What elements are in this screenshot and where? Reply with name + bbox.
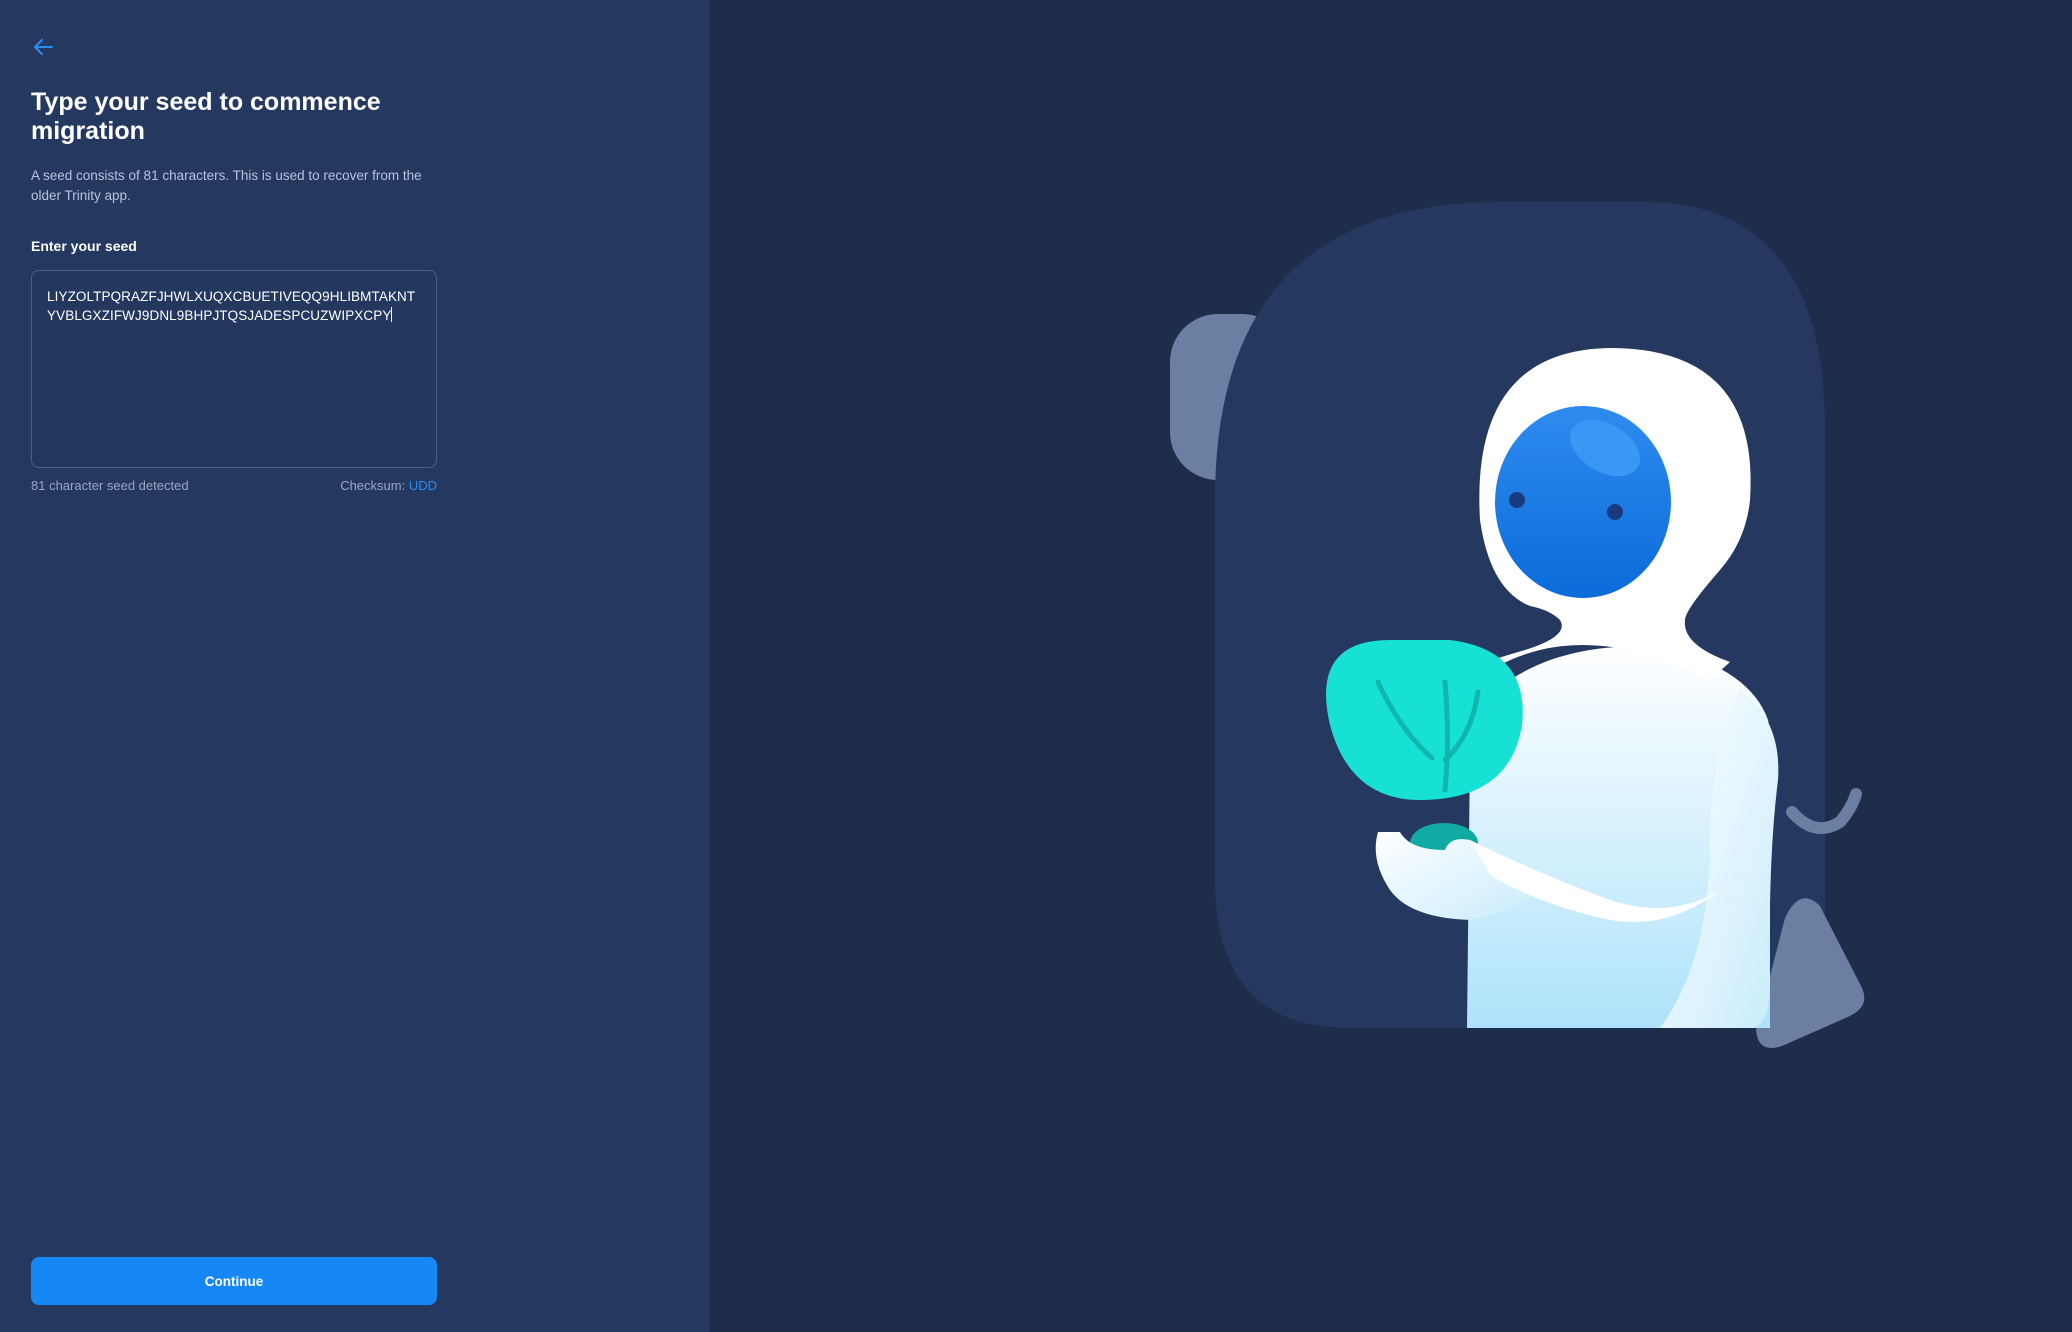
astronaut-illustration [1170,202,1865,1048]
illustration-panel [710,0,2072,1332]
seed-info-row: 81 character seed detected Checksum: UDD [31,478,437,493]
seed-input[interactable]: LIYZOLTPQRAZFJHWLXUQXCBUETIVEQQ9HLIBMTAK… [31,270,437,468]
text-caret [391,307,393,322]
left-eye [1509,492,1525,508]
arrow-left-icon [34,39,53,55]
checksum-value: UDD [408,478,437,493]
continue-button[interactable]: Continue [31,1257,437,1305]
right-eye [1607,504,1623,520]
back-button[interactable] [28,32,58,62]
seed-field-label: Enter your seed [31,238,137,254]
seed-entry-panel: Type your seed to commence migration A s… [0,0,710,1332]
page-description: A seed consists of 81 characters. This i… [31,168,422,203]
page-title: Type your seed to commence migration [31,88,381,145]
seed-length-status: 81 character seed detected [31,478,189,493]
migration-screen: Type your seed to commence migration A s… [0,0,2072,1332]
seed-input-value: LIYZOLTPQRAZFJHWLXUQXCBUETIVEQQ9HLIBMTAK… [47,289,416,323]
checksum-label: Checksum: [340,478,409,493]
checksum: Checksum: UDD [340,478,437,493]
